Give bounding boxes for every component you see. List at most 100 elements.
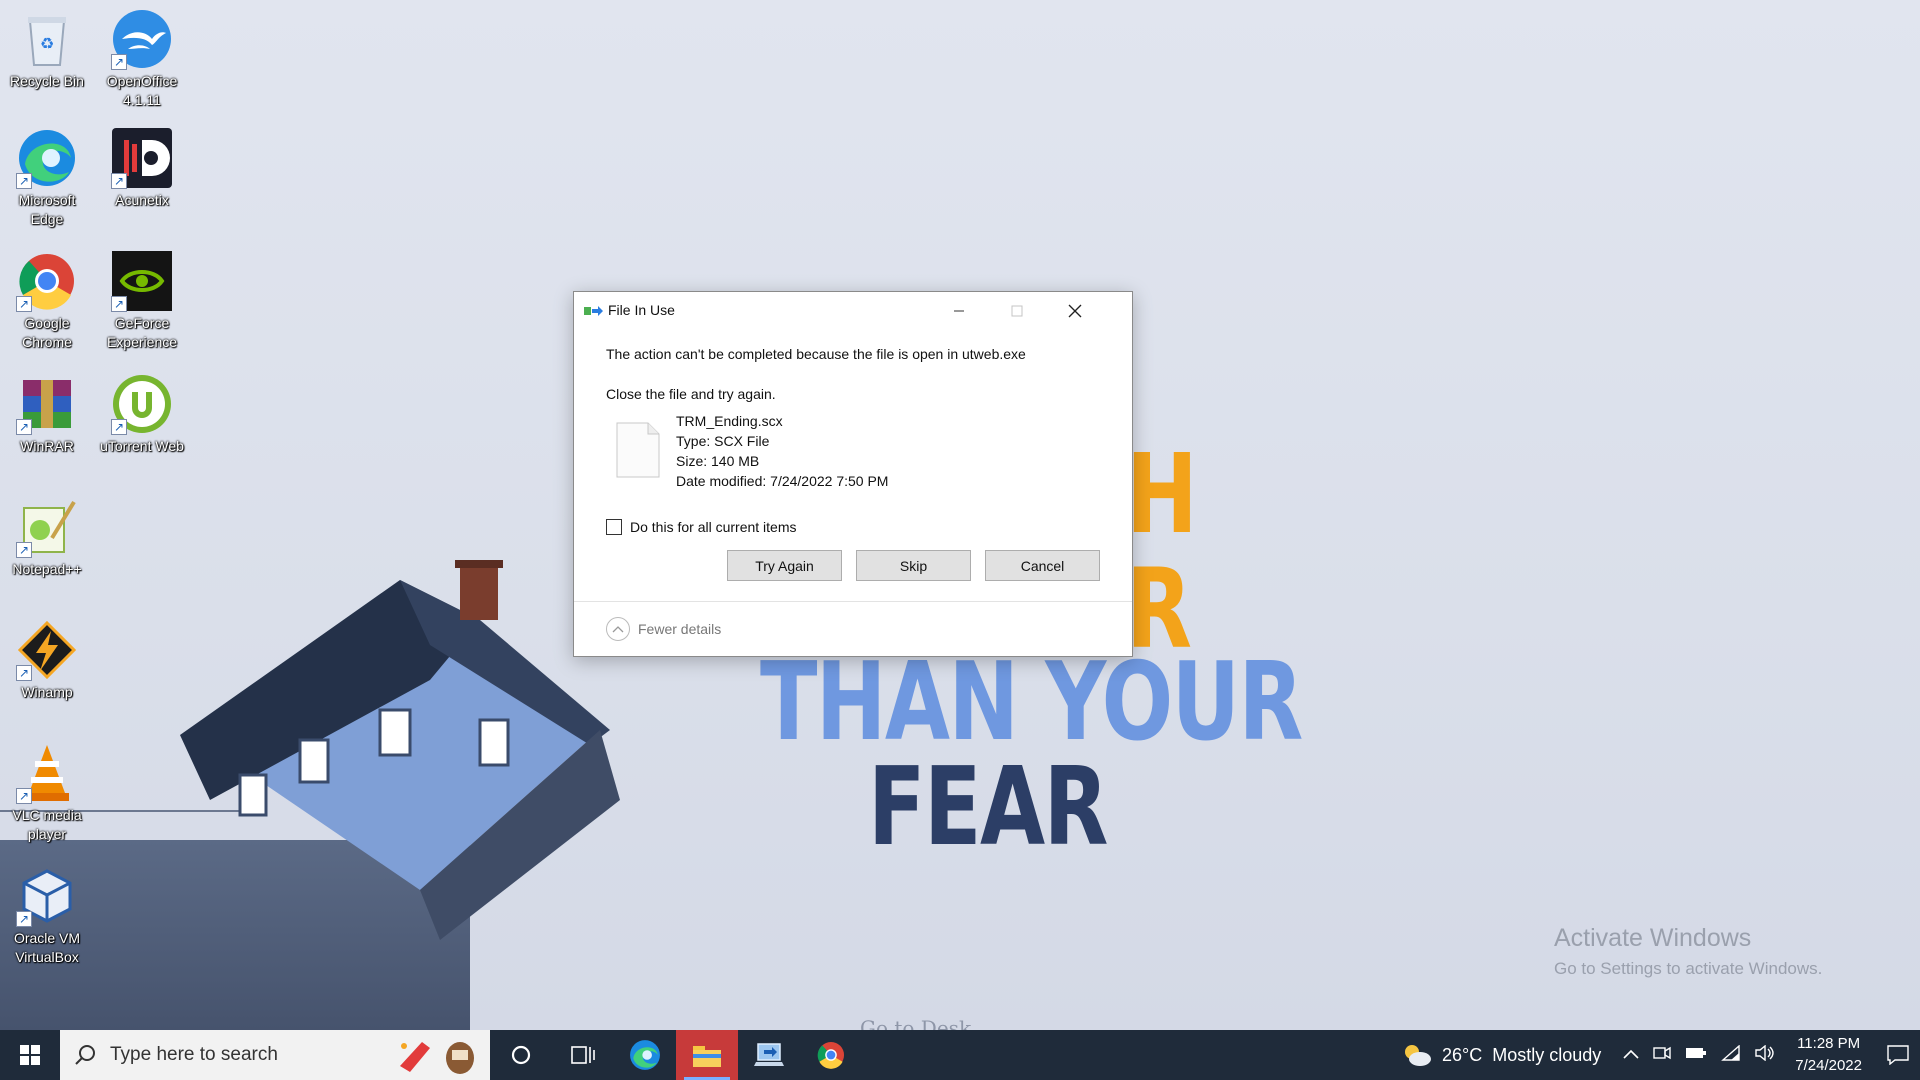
desktop-icon-label: Google Chrome: [22, 315, 72, 350]
taskbar-clock[interactable]: 11:28 PM 7/24/2022: [1795, 1033, 1862, 1077]
skip-button[interactable]: Skip: [856, 550, 971, 581]
taskbar: Type here to search 26°C Mostly cloudy 1…: [0, 1030, 1920, 1080]
clock-time: 11:28 PM: [1797, 1035, 1861, 1052]
wallpaper-text-line4: FEAR: [868, 745, 1108, 870]
desktop-icon-label: uTorrent Web: [100, 438, 184, 454]
search-highlight-art-icon: [400, 1042, 474, 1074]
desktop-icon-openoffice[interactable]: ↗ OpenOffice 4.1.11: [96, 8, 188, 110]
file-info: TRM_Ending.scx Type: SCX File Size: 140 …: [676, 411, 888, 491]
desktop-icon-vlc[interactable]: ↗ VLC media player: [1, 742, 93, 844]
taskbar-file-explorer[interactable]: [676, 1030, 738, 1080]
desktop-icon-label: Notepad++: [12, 561, 82, 577]
desktop-icon-geforce[interactable]: ↗ GeForce Experience: [96, 250, 188, 352]
apply-to-all-label: Do this for all current items: [630, 519, 797, 535]
search-placeholder: Type here to search: [110, 1044, 278, 1065]
maximize-icon: [1011, 305, 1023, 317]
vlc-icon: ↗: [16, 742, 78, 804]
desktop-icon-virtualbox[interactable]: ↗ Oracle VM VirtualBox: [1, 865, 93, 967]
desktop-icon-edge[interactable]: ↗ Microsoft Edge: [1, 127, 93, 229]
dialog-title: File In Use: [608, 302, 675, 318]
geforce-icon: ↗: [111, 250, 173, 312]
cortana-icon: [511, 1045, 531, 1065]
windows-logo-icon: [20, 1045, 40, 1065]
desktop-icon-chrome[interactable]: ↗ Google Chrome: [1, 250, 93, 352]
close-button[interactable]: [1046, 292, 1104, 330]
wifi-icon[interactable]: [1721, 1043, 1741, 1066]
dialog-instruction: Close the file and try again.: [606, 386, 776, 402]
activate-windows-watermark: Activate Windows Go to Settings to activ…: [1554, 924, 1822, 979]
apply-to-all-row[interactable]: Do this for all current items: [606, 519, 797, 535]
desktop: H R THAN YOUR FEAR Go to Desk ♻ Recycle …: [0, 0, 1920, 1030]
taskbar-task-view[interactable]: [552, 1030, 614, 1080]
dialog-message: The action can't be completed because th…: [606, 346, 1026, 362]
desktop-icon-acunetix[interactable]: ↗ Acunetix: [96, 127, 188, 210]
utorrent-icon: ↗: [111, 373, 173, 435]
file-name: TRM_Ending.scx: [676, 413, 783, 429]
desktop-icon-label: Recycle Bin: [10, 73, 84, 89]
chevron-up-icon: [606, 617, 630, 641]
apply-to-all-checkbox[interactable]: [606, 519, 622, 535]
desktop-icon-utorrent[interactable]: ↗ uTorrent Web: [96, 373, 188, 456]
weather-widget[interactable]: 26°C Mostly cloudy: [1402, 1043, 1601, 1067]
taskbar-cortana[interactable]: [490, 1030, 552, 1080]
file-size: Size: 140 MB: [676, 453, 760, 469]
dialog-titlebar[interactable]: File In Use: [574, 292, 1132, 330]
dialog-divider: [574, 601, 1132, 602]
openoffice-icon: ↗: [111, 8, 173, 70]
task-view-icon: [571, 1046, 595, 1064]
chevron-up-icon[interactable]: [1623, 1046, 1639, 1064]
file-type: Type: SCX File: [676, 433, 770, 449]
clock-date: 7/24/2022: [1795, 1057, 1862, 1074]
desktop-icon-label: Winamp: [21, 684, 73, 700]
taskbar-file-transfer[interactable]: [738, 1030, 800, 1080]
volume-icon[interactable]: [1755, 1044, 1775, 1066]
activate-subtitle: Go to Settings to activate Windows.: [1554, 959, 1823, 978]
minimize-icon: [954, 310, 964, 312]
chrome-icon: [817, 1041, 845, 1069]
file-transfer-icon: [584, 306, 603, 316]
desktop-icon-notepadpp[interactable]: ↗ Notepad++: [1, 496, 93, 579]
shortcut-arrow-icon: ↗: [16, 542, 32, 558]
recycle-bin-icon: ♻: [16, 8, 78, 70]
wallpaper-text-line1: H: [1126, 430, 1198, 558]
close-icon: [1068, 304, 1082, 318]
weather-condition: Mostly cloudy: [1492, 1044, 1602, 1065]
desktop-icon-recycle-bin[interactable]: ♻ Recycle Bin: [1, 8, 93, 91]
desktop-icon-winamp[interactable]: ↗ Winamp: [1, 619, 93, 702]
cancel-button[interactable]: Cancel: [985, 550, 1100, 581]
taskbar-edge[interactable]: [614, 1030, 676, 1080]
desktop-icon-label: VLC media player: [12, 807, 82, 842]
shortcut-arrow-icon: ↗: [111, 54, 127, 70]
wallpaper-house: [180, 560, 620, 940]
svg-text:♻: ♻: [40, 36, 54, 53]
system-tray: 26°C Mostly cloudy 11:28 PM 7/24/2022: [1402, 1030, 1920, 1080]
file-explorer-icon: [693, 1046, 721, 1067]
taskbar-chrome[interactable]: [800, 1030, 862, 1080]
meet-now-icon[interactable]: [1653, 1045, 1671, 1066]
fewer-details-toggle[interactable]: Fewer details: [606, 617, 721, 641]
maximize-button: [988, 292, 1046, 330]
desktop-icon-label: Microsoft Edge: [18, 192, 76, 227]
activate-title: Activate Windows: [1554, 924, 1752, 952]
shortcut-arrow-icon: ↗: [111, 173, 127, 189]
start-button[interactable]: [0, 1030, 60, 1080]
try-again-button[interactable]: Try Again: [727, 550, 842, 581]
minimize-button[interactable]: [930, 292, 988, 330]
desktop-icon-winrar[interactable]: ↗ WinRAR: [1, 373, 93, 456]
shortcut-arrow-icon: ↗: [16, 419, 32, 435]
acunetix-icon: ↗: [111, 127, 173, 189]
weather-temp: 26°C: [1442, 1044, 1483, 1065]
notification-icon: [1887, 1045, 1909, 1065]
edge-icon: [630, 1040, 660, 1070]
shortcut-arrow-icon: ↗: [16, 296, 32, 312]
taskbar-search[interactable]: Type here to search: [60, 1030, 490, 1080]
desktop-icon-label: OpenOffice 4.1.11: [106, 73, 178, 108]
shortcut-arrow-icon: ↗: [111, 419, 127, 435]
notepadpp-icon: ↗: [16, 496, 78, 558]
shortcut-arrow-icon: ↗: [111, 296, 127, 312]
desktop-icon-label: Oracle VM VirtualBox: [13, 930, 81, 965]
file-icon: [616, 422, 660, 478]
battery-icon[interactable]: [1685, 1046, 1707, 1065]
winrar-icon: ↗: [16, 373, 78, 435]
notification-center-button[interactable]: [1876, 1030, 1920, 1080]
